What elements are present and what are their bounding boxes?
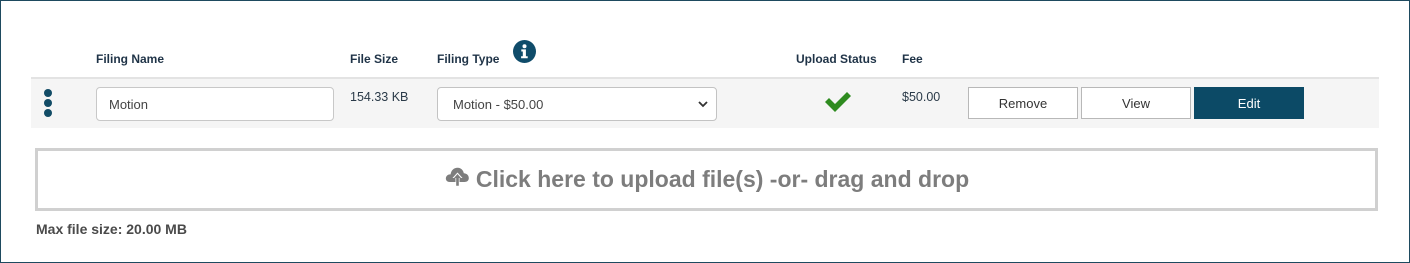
remove-button[interactable]: Remove	[968, 87, 1078, 119]
chevron-down-icon	[697, 98, 709, 113]
header-file-size: File Size	[350, 52, 399, 66]
cloud-upload-icon	[444, 165, 470, 194]
upload-dropzone[interactable]: Click here to upload file(s) -or- drag a…	[35, 148, 1378, 211]
filing-name-input[interactable]	[96, 87, 334, 121]
max-file-size-note: Max file size: 20.00 MB	[36, 221, 187, 237]
header-fee: Fee	[902, 52, 923, 66]
checkmark-icon	[823, 89, 853, 120]
file-size-value: 154.33 KB	[350, 90, 409, 104]
info-icon[interactable]	[513, 40, 536, 63]
edit-button[interactable]: Edit	[1194, 87, 1304, 119]
header-filing-name: Filing Name	[96, 52, 165, 66]
row-menu-kebab-icon[interactable]	[42, 89, 54, 117]
window-frame	[0, 0, 1410, 263]
view-button[interactable]: View	[1081, 87, 1191, 119]
header-filing-type: Filing Type	[437, 52, 500, 66]
header-upload-status: Upload Status	[796, 52, 877, 66]
fee-value: $50.00	[902, 90, 941, 104]
filing-type-select[interactable]: Motion - $50.00	[437, 87, 717, 121]
upload-label: Click here to upload file(s) -or- drag a…	[475, 166, 970, 192]
filing-type-selected-value: Motion - $50.00	[453, 97, 544, 112]
